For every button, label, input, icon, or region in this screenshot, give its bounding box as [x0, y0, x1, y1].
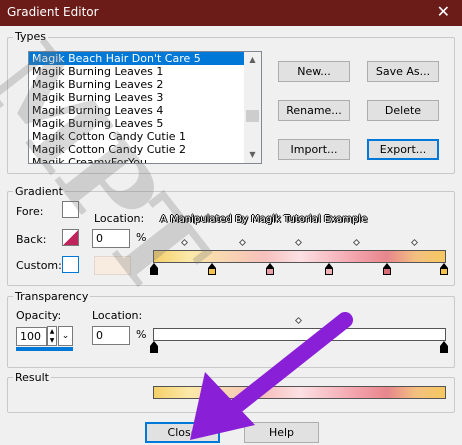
list-item[interactable]: Magik Beach Hair Don't Care 5 — [29, 52, 261, 65]
close-button[interactable]: Close — [145, 422, 220, 443]
gradient-location-input[interactable]: 0 — [92, 229, 130, 248]
opacity-dropdown[interactable]: ⌄ — [58, 326, 73, 346]
types-group-label: Types — [13, 30, 48, 43]
color-stop-marker[interactable] — [266, 263, 274, 275]
transparency-bar[interactable] — [153, 328, 446, 341]
color-stop-marker[interactable] — [150, 263, 158, 275]
export-button[interactable]: Export... — [367, 139, 439, 160]
color-stop-marker[interactable] — [440, 263, 448, 275]
color-stop-marker[interactable] — [325, 263, 333, 275]
list-items: Magik Beach Hair Don't Care 5 Magik Burni… — [29, 52, 261, 163]
gradient-group-label: Gradient — [13, 185, 65, 198]
scroll-thumb[interactable] — [246, 110, 259, 122]
spin-up-icon[interactable]: ▲ — [48, 327, 56, 336]
list-item[interactable]: Magik CreamyForYou... — [29, 156, 261, 163]
opacity-input[interactable]: 100 — [16, 327, 47, 346]
list-item[interactable]: Magik Cotton Candy Cutie 2 — [29, 143, 261, 156]
list-item[interactable]: Magik Burning Leaves 3 — [29, 91, 261, 104]
rename-button[interactable]: Rename... — [278, 100, 350, 121]
color-stop-marker[interactable] — [383, 263, 391, 275]
gradient-bar[interactable] — [153, 250, 446, 263]
fore-color-swatch[interactable] — [62, 201, 79, 218]
list-item[interactable]: Magik Cotton Candy Cutie 1 — [29, 130, 261, 143]
watermark-caption: A Manipulated By Magik Tutorial Example — [160, 214, 368, 225]
list-scrollbar[interactable]: ▲ ▼ — [244, 52, 261, 163]
back-color-swatch[interactable] — [62, 229, 79, 246]
result-preview-bar — [153, 386, 446, 399]
custom-label: Custom: — [16, 259, 62, 272]
scroll-up-icon[interactable]: ▲ — [246, 54, 259, 66]
gradient-percent-label: % — [136, 231, 147, 244]
list-item[interactable]: Magik Burning Leaves 5 — [29, 117, 261, 130]
list-item[interactable]: Magik Burning Leaves 2 — [29, 78, 261, 91]
transparency-stop-marker[interactable] — [440, 341, 448, 353]
opacity-label: Opacity: — [16, 309, 62, 322]
transparency-percent-label: % — [136, 328, 147, 341]
back-label: Back: — [16, 233, 47, 246]
scroll-down-icon[interactable]: ▼ — [246, 149, 259, 161]
spin-down-icon[interactable]: ▼ — [48, 336, 56, 345]
gradient-location-label: Location: — [94, 212, 145, 225]
fore-label: Fore: — [16, 205, 44, 218]
import-button[interactable]: Import... — [278, 139, 350, 160]
window-title: Gradient Editor — [7, 5, 99, 19]
result-group-label: Result — [13, 371, 51, 384]
opacity-spinner[interactable]: ▲ ▼ — [47, 326, 57, 346]
close-icon[interactable]: ✕ — [437, 2, 450, 21]
new-button[interactable]: New... — [278, 61, 350, 82]
save-as-button[interactable]: Save As... — [367, 61, 439, 82]
color-stop-marker[interactable] — [208, 263, 216, 275]
custom-color-swatch[interactable] — [62, 256, 79, 273]
opacity-level-bar — [16, 347, 73, 351]
transparency-stop-marker[interactable] — [150, 341, 158, 353]
list-item[interactable]: Magik Burning Leaves 1 — [29, 65, 261, 78]
title-bar: Gradient Editor ✕ — [0, 0, 462, 26]
custom-color-preview — [94, 256, 131, 275]
transparency-location-label: Location: — [92, 309, 143, 322]
transparency-group-label: Transparency — [13, 290, 91, 303]
list-item[interactable]: Magik Burning Leaves 4 — [29, 104, 261, 117]
gradient-type-list[interactable]: Magik Beach Hair Don't Care 5 Magik Burni… — [28, 51, 262, 164]
help-button[interactable]: Help — [244, 422, 319, 443]
delete-button[interactable]: Delete — [367, 100, 439, 121]
transparency-location-input[interactable]: 0 — [92, 326, 130, 345]
